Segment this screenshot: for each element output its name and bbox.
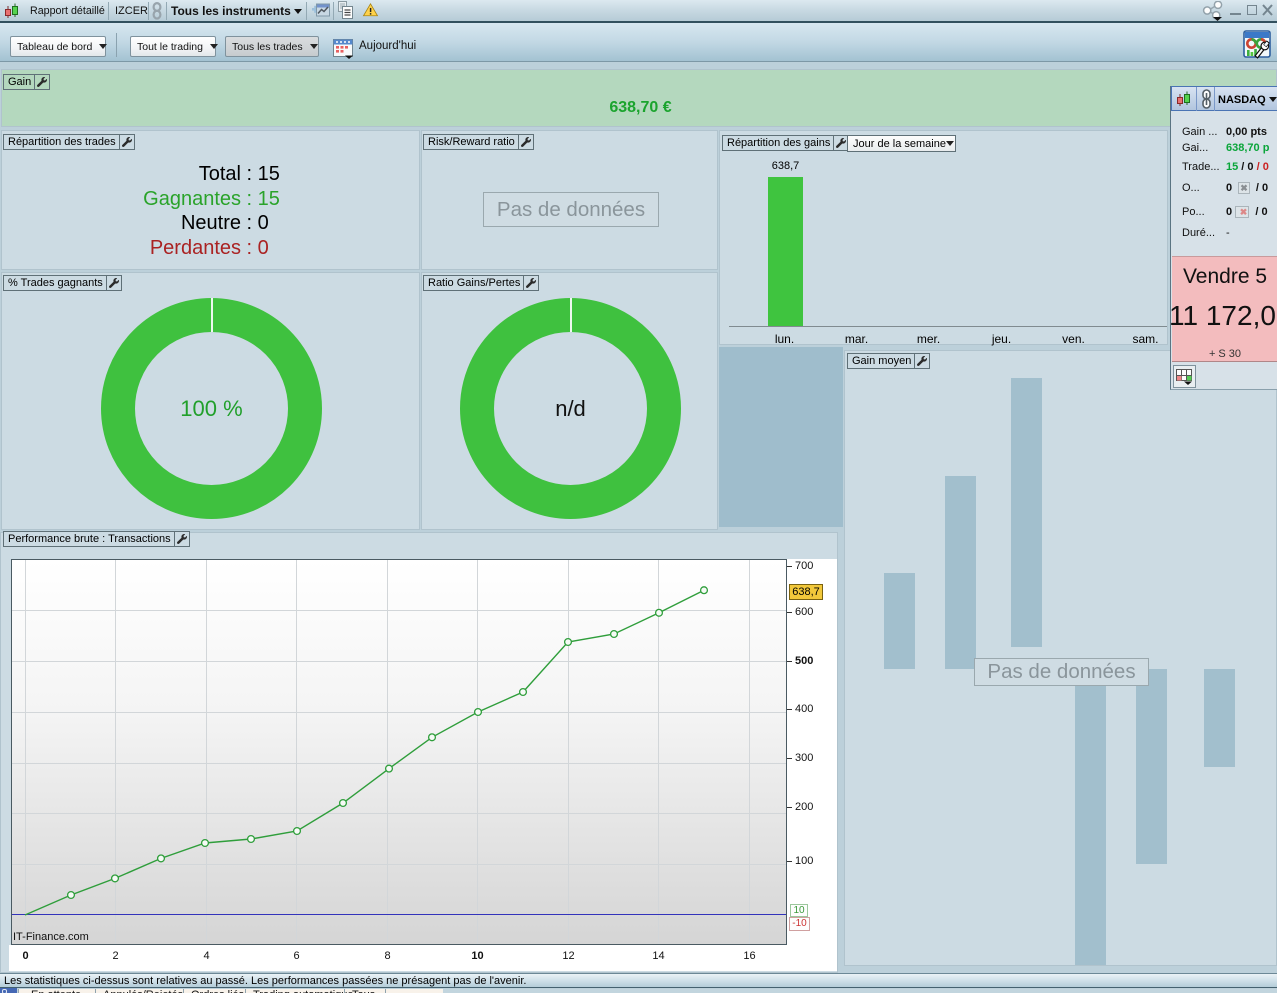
svg-text:IT-Finance.com: IT-Finance.com bbox=[13, 931, 89, 943]
